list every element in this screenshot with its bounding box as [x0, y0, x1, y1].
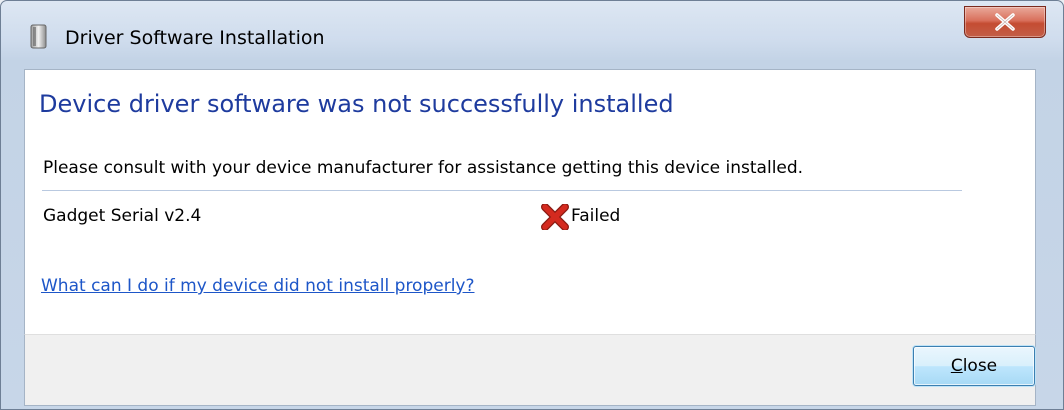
close-button-mnemonic: C	[950, 356, 963, 376]
status-text: Failed	[571, 206, 621, 226]
help-link[interactable]: What can I do if my device did not insta…	[41, 276, 475, 296]
button-bar: Close	[24, 334, 1036, 406]
close-button[interactable]: Close	[913, 346, 1035, 386]
divider	[42, 190, 962, 191]
title-bar[interactable]: Driver Software Installation	[1, 1, 1063, 69]
window-close-button[interactable]	[964, 6, 1046, 38]
device-icon	[27, 23, 51, 51]
red-x-icon	[540, 203, 570, 231]
window-title: Driver Software Installation	[65, 27, 325, 49]
device-name: Gadget Serial v2.4	[43, 206, 202, 226]
close-icon	[995, 13, 1015, 31]
content-panel: Device driver software was not successfu…	[24, 69, 1036, 334]
close-button-label: lose	[962, 356, 998, 376]
main-heading: Device driver software was not successfu…	[39, 90, 674, 118]
instruction-text: Please consult with your device manufact…	[43, 158, 804, 178]
dialog-window: Driver Software Installation Device driv…	[0, 0, 1064, 410]
